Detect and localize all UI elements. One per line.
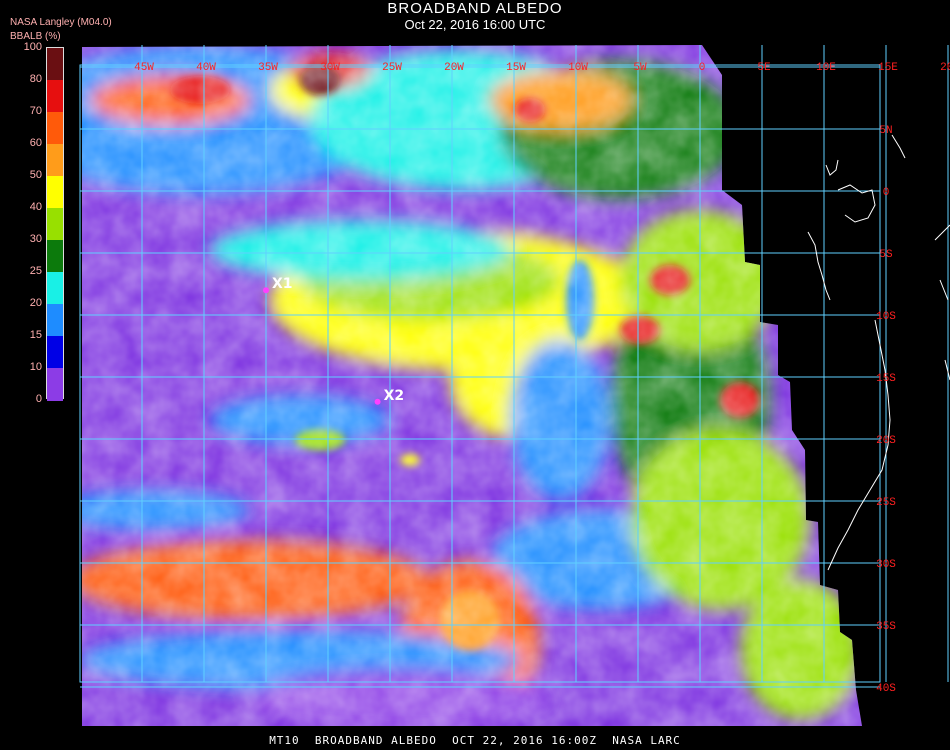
longitude-label: 15W [506, 62, 526, 74]
legend-tick-label: 100 [23, 41, 42, 53]
legend-band [47, 144, 63, 177]
legend-tick-label: 15 [29, 329, 42, 341]
latitude-label: 0 [883, 187, 890, 199]
legend-band [47, 240, 63, 273]
longitude-label: 35W [258, 62, 278, 74]
legend-tick-label: 70 [29, 105, 42, 117]
marker-label: X1 [272, 276, 293, 292]
legend-band [47, 304, 63, 337]
longitude-label: 20E [940, 62, 950, 74]
longitude-label: 5W [633, 62, 647, 74]
legend-tick-label: 25 [29, 265, 42, 277]
legend-band [47, 336, 63, 369]
latitude-label: 20S [876, 435, 896, 447]
legend-tick-label: 10 [29, 361, 42, 373]
footer-caption: MT10 BROADBAND ALBEDO OCT 22, 2016 16:00… [269, 734, 681, 747]
longitude-label: 20W [444, 62, 464, 74]
longitude-label: 5E [757, 62, 771, 74]
legend-tick-label: 20 [29, 297, 42, 309]
albedo-map: 45W 40W 35W 30W 25W 20W 15W 10W 5W 0 5E 10E 15E 20E 25… [79, 45, 950, 726]
legend-tick-label: 50 [29, 169, 42, 181]
legend-tick-label: 60 [29, 137, 42, 149]
legend-band [47, 48, 63, 81]
longitude-label: 40W [196, 62, 216, 74]
latitude-label: 35S [876, 621, 896, 633]
latitude-label: 15S [876, 373, 896, 385]
latitude-label: 30S [876, 559, 896, 571]
longitude-label: 0 [699, 62, 706, 74]
longitude-label: 25W [382, 62, 402, 74]
legend-band [47, 112, 63, 145]
marker-dot [263, 287, 269, 294]
legend-band [47, 368, 63, 401]
legend-band [47, 80, 63, 113]
latitude-label: 5N [879, 125, 892, 137]
legend-tick-label: 30 [29, 233, 42, 245]
color-legend [46, 47, 64, 401]
longitude-label: 15E [878, 62, 898, 74]
latitude-label: 40S [876, 683, 896, 695]
longitude-label: 30W [320, 62, 340, 74]
legend-band [47, 272, 63, 305]
latitude-label: 5S [879, 249, 893, 261]
latitude-label: 25S [876, 497, 896, 509]
marker-dot [374, 398, 381, 405]
latitude-label: 10S [876, 311, 896, 323]
legend-band [47, 208, 63, 241]
legend-tick-label: 80 [29, 73, 42, 85]
legend-tick-label: 40 [29, 201, 42, 213]
longitude-label: 45W [134, 62, 154, 74]
marker-label: X2 [384, 388, 405, 404]
legend-band [47, 176, 63, 209]
longitude-label: 10W [568, 62, 588, 74]
longitude-label: 10E [816, 62, 836, 74]
legend-tick-label: 0 [35, 393, 42, 405]
